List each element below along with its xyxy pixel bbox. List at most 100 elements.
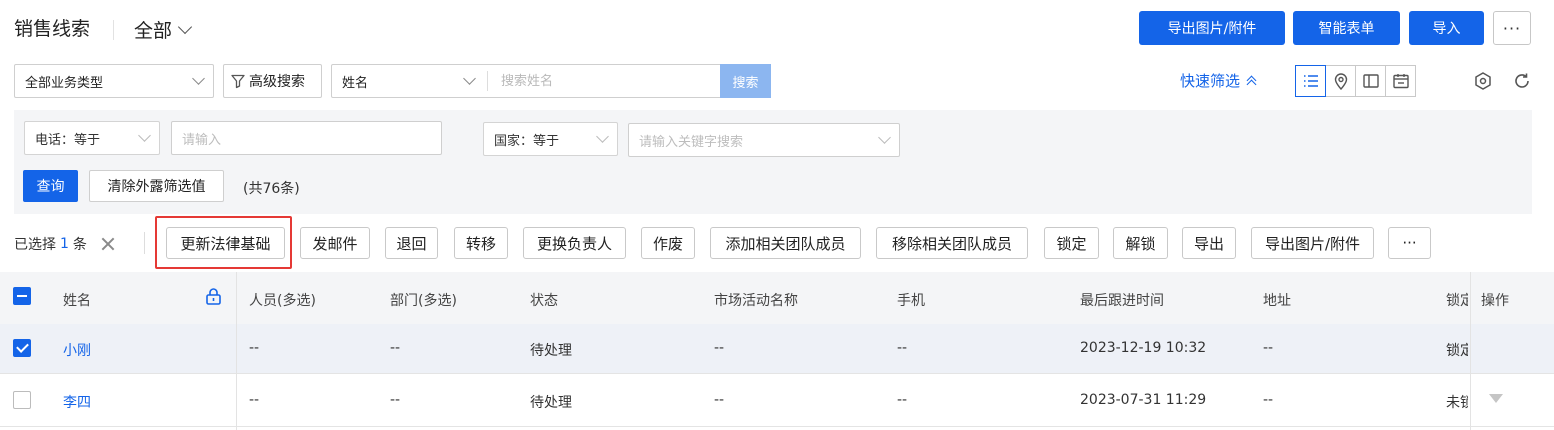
table-row[interactable] — [0, 375, 1554, 427]
country-operator-label: 国家：等于 — [494, 133, 560, 149]
phone-operator-select[interactable]: 电话：等于 — [24, 121, 160, 155]
view-selector[interactable]: 全部 — [134, 16, 193, 43]
address-cell: -- — [1263, 392, 1274, 408]
selection-count: 1 — [60, 236, 69, 252]
refresh-icon[interactable] — [1512, 71, 1532, 95]
advanced-search-label: 高级搜索 — [249, 74, 305, 90]
row-actions-dropdown-icon[interactable] — [1489, 394, 1503, 403]
lock-status-cell: 未锁 — [1446, 395, 1468, 411]
department-cell: -- — [390, 392, 401, 408]
remove-team-member-button[interactable]: 移除相关团队成员 — [876, 227, 1028, 259]
quick-filter-toggle[interactable]: 快速筛选 — [1180, 70, 1257, 91]
transfer-button[interactable]: 转移 — [454, 227, 508, 259]
phone-input[interactable]: 请输入 — [171, 121, 442, 155]
people-cell: -- — [249, 340, 260, 356]
country-input[interactable]: 请输入关键字搜索 — [628, 123, 900, 157]
title-divider — [113, 20, 114, 40]
add-team-member-button[interactable]: 添加相关团队成员 — [710, 227, 861, 259]
business-type-select[interactable]: 全部业务类型 — [14, 64, 214, 98]
view-mode-toggle — [1295, 65, 1416, 97]
people-cell: -- — [249, 392, 260, 408]
name-search-group: 姓名 搜索 — [331, 64, 771, 98]
chevron-down-icon — [192, 72, 205, 85]
more-button[interactable]: ··· — [1493, 11, 1531, 45]
search-divider — [487, 71, 488, 91]
map-view-icon[interactable] — [1325, 65, 1356, 97]
lock-status-cell: 锁定 — [1446, 343, 1468, 359]
query-button[interactable]: 查询 — [23, 170, 78, 202]
view-selector-label: 全部 — [134, 20, 173, 42]
total-count: (共76条) — [243, 181, 300, 197]
column-header-people[interactable]: 人员(多选) — [249, 290, 316, 310]
export-images-action-button[interactable]: 导出图片/附件 — [1251, 227, 1374, 259]
search-field-value: 姓名 — [342, 75, 369, 91]
country-placeholder: 请输入关键字搜索 — [639, 134, 744, 150]
settings-icon[interactable] — [1473, 71, 1493, 95]
business-type-value: 全部业务类型 — [25, 75, 104, 91]
row-checkbox[interactable] — [13, 391, 31, 409]
department-cell: -- — [390, 340, 401, 356]
change-owner-button[interactable]: 更换负责人 — [523, 227, 626, 259]
advanced-search-button[interactable]: 高级搜索 — [223, 64, 322, 98]
highlight-box — [155, 216, 292, 269]
export-button[interactable]: 导出 — [1182, 227, 1236, 259]
last-follow-cell: 2023-12-19 10:32 — [1080, 340, 1207, 356]
status-cell: 待处理 — [530, 395, 572, 411]
column-header-last-follow[interactable]: 最后跟进时间 — [1080, 290, 1164, 310]
mobile-cell: -- — [897, 392, 908, 408]
column-header-operations: 操作 — [1481, 293, 1509, 309]
chevron-down-icon — [878, 131, 891, 144]
void-button[interactable]: 作废 — [641, 227, 695, 259]
chevron-down-icon — [138, 129, 151, 142]
column-divider — [236, 272, 237, 430]
mobile-cell: -- — [897, 340, 908, 356]
import-button[interactable]: 导入 — [1409, 11, 1484, 45]
column-header-campaign[interactable]: 市场活动名称 — [714, 290, 798, 310]
table-row[interactable] — [0, 324, 1554, 374]
return-button[interactable]: 退回 — [385, 227, 438, 259]
clear-filters-button[interactable]: 清除外露筛选值 — [89, 170, 224, 202]
column-header-address[interactable]: 地址 — [1263, 290, 1291, 310]
search-button[interactable]: 搜索 — [720, 64, 771, 98]
chevron-down-icon — [177, 19, 193, 35]
lock-icon[interactable] — [205, 287, 222, 309]
status-cell: 待处理 — [530, 343, 572, 359]
search-field-select[interactable]: 姓名 — [332, 65, 484, 97]
split-view-icon[interactable] — [1355, 65, 1386, 97]
selection-suffix: 条 — [72, 237, 87, 253]
column-header-lock[interactable]: 锁定 — [1446, 290, 1468, 310]
chevron-down-icon — [596, 130, 609, 143]
country-operator-select[interactable]: 国家：等于 — [483, 122, 618, 156]
lock-button[interactable]: 锁定 — [1044, 227, 1099, 259]
page-title: 销售线索 — [14, 18, 91, 40]
close-icon[interactable] — [101, 237, 115, 251]
column-header-mobile[interactable]: 手机 — [897, 290, 925, 310]
send-email-button[interactable]: 发邮件 — [300, 227, 370, 259]
export-images-button[interactable]: 导出图片/附件 — [1139, 11, 1285, 45]
quick-filter-label: 快速筛选 — [1180, 72, 1241, 90]
campaign-cell: -- — [714, 340, 725, 356]
smart-form-button[interactable]: 智能表单 — [1293, 11, 1400, 45]
more-actions-button[interactable]: ··· — [1388, 227, 1431, 259]
calendar-view-icon[interactable] — [1385, 65, 1416, 97]
selection-info: 已选择 1 条 — [14, 234, 115, 254]
campaign-cell: -- — [714, 392, 725, 408]
list-view-icon[interactable] — [1295, 65, 1326, 97]
lead-name-link[interactable]: 李四 — [63, 392, 91, 412]
row-checkbox[interactable] — [13, 339, 31, 357]
column-header-name[interactable]: 姓名 — [63, 290, 91, 310]
filter-icon — [231, 74, 245, 89]
chevron-up-icon — [1246, 73, 1257, 90]
select-all-checkbox[interactable] — [13, 287, 31, 305]
phone-operator-label: 电话：等于 — [35, 132, 101, 148]
column-header-department[interactable]: 部门(多选) — [390, 290, 457, 310]
selection-prefix: 已选择 — [14, 237, 56, 253]
column-header-status[interactable]: 状态 — [530, 290, 558, 310]
address-cell: -- — [1263, 340, 1274, 356]
unlock-button[interactable]: 解锁 — [1113, 227, 1168, 259]
lead-name-link[interactable]: 小刚 — [63, 340, 91, 360]
last-follow-cell: 2023-07-31 11:29 — [1080, 392, 1207, 408]
search-input[interactable] — [491, 65, 717, 97]
action-divider — [144, 232, 145, 254]
chevron-down-icon — [463, 72, 476, 85]
